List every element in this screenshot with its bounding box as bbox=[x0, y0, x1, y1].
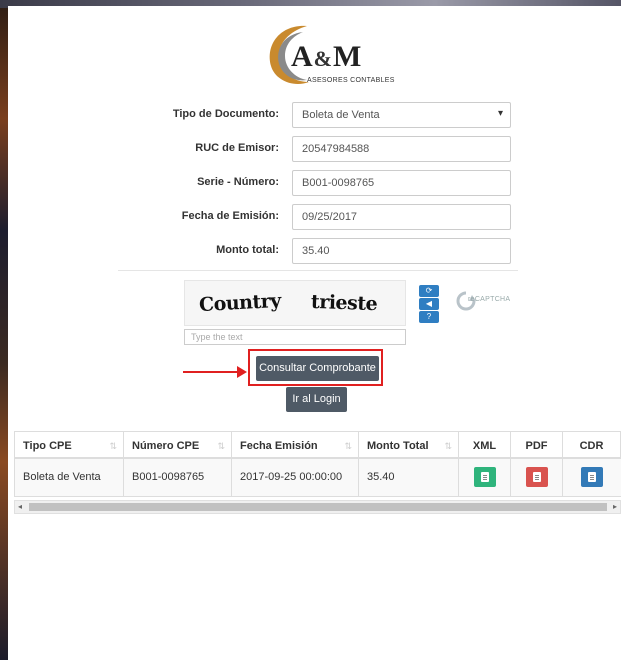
fecha-emision-input[interactable]: 09/25/2017 bbox=[292, 204, 511, 230]
table-header: Tipo CPE ⇅ Número CPE ⇅ Fecha Emisión ⇅ … bbox=[15, 432, 621, 459]
sort-icon[interactable]: ⇅ bbox=[344, 441, 352, 452]
ruc-emisor-value: 20547984588 bbox=[302, 143, 370, 155]
table-row: Boleta de Venta B001-0098765 2017-09-25 … bbox=[15, 459, 621, 496]
serie-numero-input[interactable]: B001-0098765 bbox=[292, 170, 511, 196]
monto-total-value: 35.40 bbox=[302, 245, 330, 257]
form-row-ruc-emisor: RUC de Emisor: 20547984588 bbox=[8, 136, 621, 162]
table-horizontal-scrollbar[interactable]: ◂ ▸ bbox=[14, 500, 621, 514]
captcha-word-2: trieste bbox=[310, 290, 378, 316]
file-pdf-icon bbox=[533, 472, 541, 482]
scroll-right-arrow-icon[interactable]: ▸ bbox=[613, 502, 617, 511]
main-panel: A&M ASESORES CONTABLES Tipo de Documento… bbox=[8, 6, 621, 660]
fecha-emision-label: Fecha de Emisión: bbox=[181, 210, 279, 222]
captcha-input[interactable]: Type the text bbox=[184, 329, 406, 345]
sort-icon[interactable]: ⇅ bbox=[109, 441, 117, 452]
column-header-cdr: CDR bbox=[579, 440, 604, 452]
form-row-serie-numero: Serie - Número: B001-0098765 bbox=[8, 170, 621, 196]
form-row-monto-total: Monto total: 35.40 bbox=[8, 238, 621, 264]
column-header-fecha-emision[interactable]: Fecha Emisión ⇅ bbox=[232, 432, 359, 457]
captcha-word-1: Country bbox=[198, 289, 282, 317]
serie-numero-value: B001-0098765 bbox=[302, 177, 375, 189]
tipo-documento-value: Boleta de Venta bbox=[302, 109, 380, 121]
ruc-emisor-input[interactable]: 20547984588 bbox=[292, 136, 511, 162]
recaptcha-label: reCAPTCHA bbox=[468, 296, 511, 303]
column-header-tipo-cpe[interactable]: Tipo CPE ⇅ bbox=[15, 432, 124, 457]
column-header-monto-total[interactable]: Monto Total ⇅ bbox=[359, 432, 459, 457]
column-header-numero-cpe[interactable]: Número CPE ⇅ bbox=[124, 432, 232, 457]
scroll-left-arrow-icon[interactable]: ◂ bbox=[18, 502, 22, 511]
ir-al-login-button[interactable]: Ir al Login bbox=[286, 387, 347, 412]
logo-subtitle: ASESORES CONTABLES bbox=[307, 77, 395, 84]
serie-numero-label: Serie - Número: bbox=[197, 176, 279, 188]
monto-total-label: Monto total: bbox=[216, 244, 279, 256]
sort-icon[interactable]: ⇅ bbox=[217, 441, 225, 452]
download-xml-button[interactable] bbox=[474, 467, 496, 487]
scrollbar-thumb[interactable] bbox=[29, 503, 607, 511]
download-cdr-button[interactable] bbox=[581, 467, 603, 487]
company-logo: A&M ASESORES CONTABLES bbox=[263, 20, 395, 90]
cell-tipo-cpe: Boleta de Venta bbox=[15, 459, 124, 496]
annotation-arrow bbox=[183, 371, 241, 373]
captcha-image: Country trieste bbox=[184, 280, 406, 326]
refresh-icon[interactable]: ⟳ bbox=[419, 285, 439, 297]
cell-numero-cpe: B001-0098765 bbox=[124, 459, 232, 496]
sort-icon[interactable]: ⇅ bbox=[444, 441, 452, 452]
cell-xml bbox=[459, 459, 511, 496]
ruc-emisor-label: RUC de Emisor: bbox=[195, 142, 279, 154]
file-excel-icon bbox=[481, 472, 489, 482]
results-table: Tipo CPE ⇅ Número CPE ⇅ Fecha Emisión ⇅ … bbox=[14, 431, 621, 497]
monto-total-input[interactable]: 35.40 bbox=[292, 238, 511, 264]
cell-cdr bbox=[563, 459, 620, 496]
column-header-xml: XML bbox=[459, 432, 511, 457]
column-header-pdf: PDF bbox=[511, 432, 563, 457]
form-divider bbox=[118, 270, 518, 271]
file-text-icon bbox=[588, 472, 596, 482]
form-row-fecha-emision: Fecha de Emisión: 09/25/2017 bbox=[8, 204, 621, 230]
tipo-documento-label: Tipo de Documento: bbox=[172, 108, 279, 120]
fecha-emision-value: 09/25/2017 bbox=[302, 211, 358, 223]
help-icon[interactable]: ? bbox=[419, 311, 439, 323]
annotation-arrow-head bbox=[237, 366, 247, 378]
download-pdf-button[interactable] bbox=[526, 467, 548, 487]
audio-icon[interactable]: ◀ bbox=[419, 298, 439, 310]
cell-monto-total: 35.40 bbox=[359, 459, 459, 496]
logo-name: A&M bbox=[291, 40, 363, 73]
cell-fecha-emision: 2017-09-25 00:00:00 bbox=[232, 459, 359, 496]
consultar-comprobante-button[interactable]: Consultar Comprobante bbox=[256, 356, 379, 381]
tipo-documento-select[interactable]: Boleta de Venta bbox=[292, 102, 511, 128]
form-row-tipo-documento: Tipo de Documento: Boleta de Venta bbox=[8, 102, 621, 128]
cell-pdf bbox=[511, 459, 563, 496]
